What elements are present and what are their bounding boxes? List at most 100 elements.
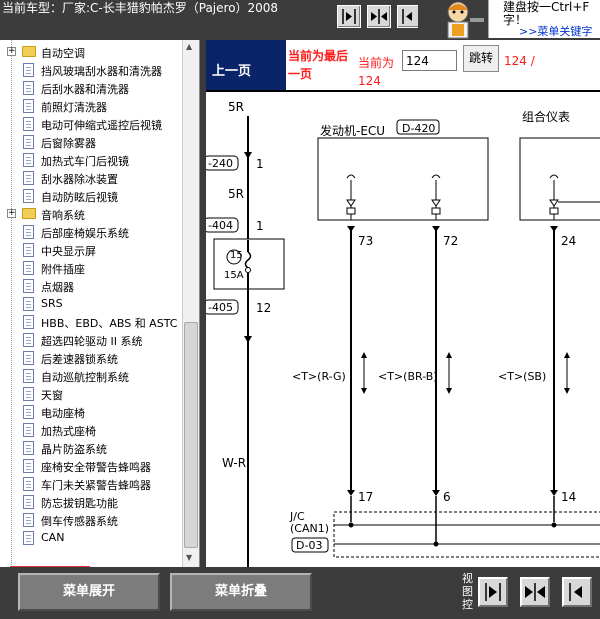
document-icon <box>23 63 34 77</box>
tree-leaf-item[interactable]: 电动座椅 <box>0 403 182 421</box>
tree-item-label: 挡风玻璃刮水器和清洗器 <box>41 65 162 78</box>
tree-leaf-item[interactable]: 后窗除雾器 <box>0 133 182 151</box>
tree-leaf-item[interactable]: 点烟器 <box>0 277 182 295</box>
view-fit-left-button[interactable] <box>562 577 592 607</box>
tree-leaf-item[interactable]: 中央显示屏 <box>0 241 182 259</box>
can1-label: (CAN1) <box>290 522 330 535</box>
header-bar: 当前车型：厂家:C-长丰猎豹帕杰罗（Pajero）2008 建盘按一Ctrl+F… <box>0 0 600 40</box>
tree-group-item[interactable]: + 音响系统 <box>0 205 182 223</box>
tree-leaf-item[interactable]: 倒车传感器系统 <box>0 511 182 529</box>
tree-leaf-item[interactable]: SRS <box>0 295 182 313</box>
tree-item-label: 天窗 <box>41 389 63 402</box>
menu-tree: + 自动空调挡风玻璃刮水器和清洗器 后刮水器和清洗器 前照灯清洗器 电动可伸缩式遥控后视… <box>0 43 182 547</box>
page-nav-bar: 上一页 当前为最后一页 当前为 跳转 124 / 124 <box>206 40 600 90</box>
document-icon <box>23 189 34 203</box>
document-icon <box>23 171 34 185</box>
tree-leaf-item[interactable]: 晶片防盗系统 <box>0 439 182 457</box>
tree-item-label: 后窗除雾器 <box>41 137 96 150</box>
tree-leaf-item[interactable]: 加热式车门后视镜 <box>0 151 182 169</box>
tree-item-label: 点烟器 <box>41 281 74 294</box>
tree-item-label: 晶片防盗系统 <box>41 443 107 456</box>
wire-sb-label: <T>(SB) <box>498 370 547 383</box>
tree-item-label: 后差速器锁系统 <box>41 353 118 366</box>
menu-expand-button[interactable]: 菜单展开 <box>18 573 160 611</box>
view-fit-both-button[interactable] <box>520 577 550 607</box>
tree-leaf-item[interactable]: 刮水器除冰装置 <box>0 169 182 187</box>
scroll-thumb[interactable] <box>184 322 198 548</box>
tree-item-label: HBB、EBD、ABS 和 ASTC <box>41 317 178 330</box>
document-icon <box>23 99 34 113</box>
document-icon <box>23 153 34 167</box>
tree-item-label: 倒车传感器系统 <box>41 515 118 528</box>
jump-button[interactable]: 跳转 <box>463 45 499 72</box>
pin-24: 24 <box>561 234 577 248</box>
document-icon <box>23 441 34 455</box>
tree-leaf-item[interactable]: 加热式座椅 <box>0 421 182 439</box>
expand-toggle-icon[interactable]: + <box>7 209 16 218</box>
menu-tree-panel: + 自动空调挡风玻璃刮水器和清洗器 后刮水器和清洗器 前照灯清洗器 电动可伸缩式遥控后视… <box>0 40 200 567</box>
wire-color-5r-mid: 5R <box>228 187 244 201</box>
connector-404: -404 <box>208 219 233 232</box>
document-icon <box>23 279 34 293</box>
tree-leaf-item[interactable]: 超选四轮驱动 II 系统 <box>0 331 182 349</box>
ecu-connector: D-420 <box>402 122 436 135</box>
tree-item-label: SRS <box>41 297 63 310</box>
ecu-title: 发动机-ECU <box>320 124 386 138</box>
menu-collapse-button[interactable]: 菜单折叠 <box>170 573 312 611</box>
document-icon <box>23 387 34 401</box>
tree-leaf-item[interactable]: 车门未关紧警告蜂鸣器 <box>0 475 182 493</box>
tree-leaf-item[interactable]: 后差速器锁系统 <box>0 349 182 367</box>
tree-group-item[interactable]: + 自动空调 <box>0 43 182 61</box>
pin-1a: 1 <box>256 157 264 171</box>
document-icon <box>23 513 34 527</box>
bottom-toolbar: 菜单展开 菜单折叠 视图控 <box>0 567 600 619</box>
tree-item-label: 自动巡航控制系统 <box>41 371 129 384</box>
tree-leaf-item[interactable]: 前照灯清洗器 <box>0 97 182 115</box>
arrows-inward-icon <box>371 9 387 24</box>
document-icon <box>23 81 34 95</box>
arrow-bar-right-icon <box>342 9 356 24</box>
wire-rg-label: <T>(R-G) <box>292 370 346 383</box>
expand-toggle-icon[interactable]: + <box>7 47 16 56</box>
arrow-bar-right-icon <box>485 583 501 601</box>
scroll-up-icon[interactable]: ▲ <box>186 42 192 51</box>
tree-leaf-item[interactable]: 自动巡航控制系统 <box>0 367 182 385</box>
tree-item-label: CAN <box>41 531 65 544</box>
tree-leaf-item[interactable]: HBB、EBD、ABS 和 ASTC <box>0 313 182 331</box>
scroll-down-icon[interactable]: ▼ <box>186 553 192 562</box>
pin-72: 72 <box>443 234 459 248</box>
view-fit-right-button[interactable] <box>478 577 508 607</box>
tree-item-label: 前照灯清洗器 <box>41 101 107 114</box>
folder-icon <box>22 208 36 219</box>
tree-leaf-item[interactable]: 自动防眩后视镜 <box>0 187 182 205</box>
tree-leaf-item[interactable]: 附件插座 <box>0 259 182 277</box>
page-number-input[interactable] <box>402 50 457 71</box>
pin-1b: 1 <box>256 219 264 233</box>
tree-item-label: 后刮水器和清洗器 <box>41 83 129 96</box>
total-pages: 124 / <box>504 54 535 68</box>
tree-item-label: 后部座椅娱乐系统 <box>41 227 129 240</box>
tree-leaf-item[interactable]: 后部座椅娱乐系统 <box>0 223 182 241</box>
tree-item-label: 刮水器除冰装置 <box>41 173 118 186</box>
tree-scrollbar[interactable]: ▲ ▼ <box>182 40 199 567</box>
tree-leaf-item[interactable]: 天窗 <box>0 385 182 403</box>
fit-right-button[interactable] <box>337 5 361 28</box>
pin-6: 6 <box>443 490 451 504</box>
menu-keyword-link[interactable]: >>菜单关键字 <box>519 23 592 39</box>
search-tip-box: 建盘按一Ctrl+F 字！ >>菜单关键字 <box>488 0 600 38</box>
tree-leaf-item[interactable]: 电动可伸缩式遥控后视镜 <box>0 115 182 133</box>
connector-240: -240 <box>208 157 233 170</box>
tree-leaf-item[interactable]: 座椅安全带警告蜂鸣器 <box>0 457 182 475</box>
tree-leaf-item[interactable]: CAN <box>0 529 182 547</box>
connector-405: -405 <box>208 301 233 314</box>
tree-item-label: 座椅安全带警告蜂鸣器 <box>41 461 151 474</box>
document-icon <box>23 315 34 329</box>
fit-both-button[interactable] <box>367 5 391 28</box>
tree-leaf-item[interactable]: 防忘拔钥匙功能 <box>0 493 182 511</box>
tree-item-label: 车门未关紧警告蜂鸣器 <box>41 479 151 492</box>
prev-page-button[interactable]: 上一页 <box>206 40 286 90</box>
document-icon <box>23 405 34 419</box>
tree-item-label: 中央显示屏 <box>41 245 96 258</box>
tree-leaf-item[interactable]: 挡风玻璃刮水器和清洗器 <box>0 61 182 79</box>
tree-leaf-item[interactable]: 后刮水器和清洗器 <box>0 79 182 97</box>
